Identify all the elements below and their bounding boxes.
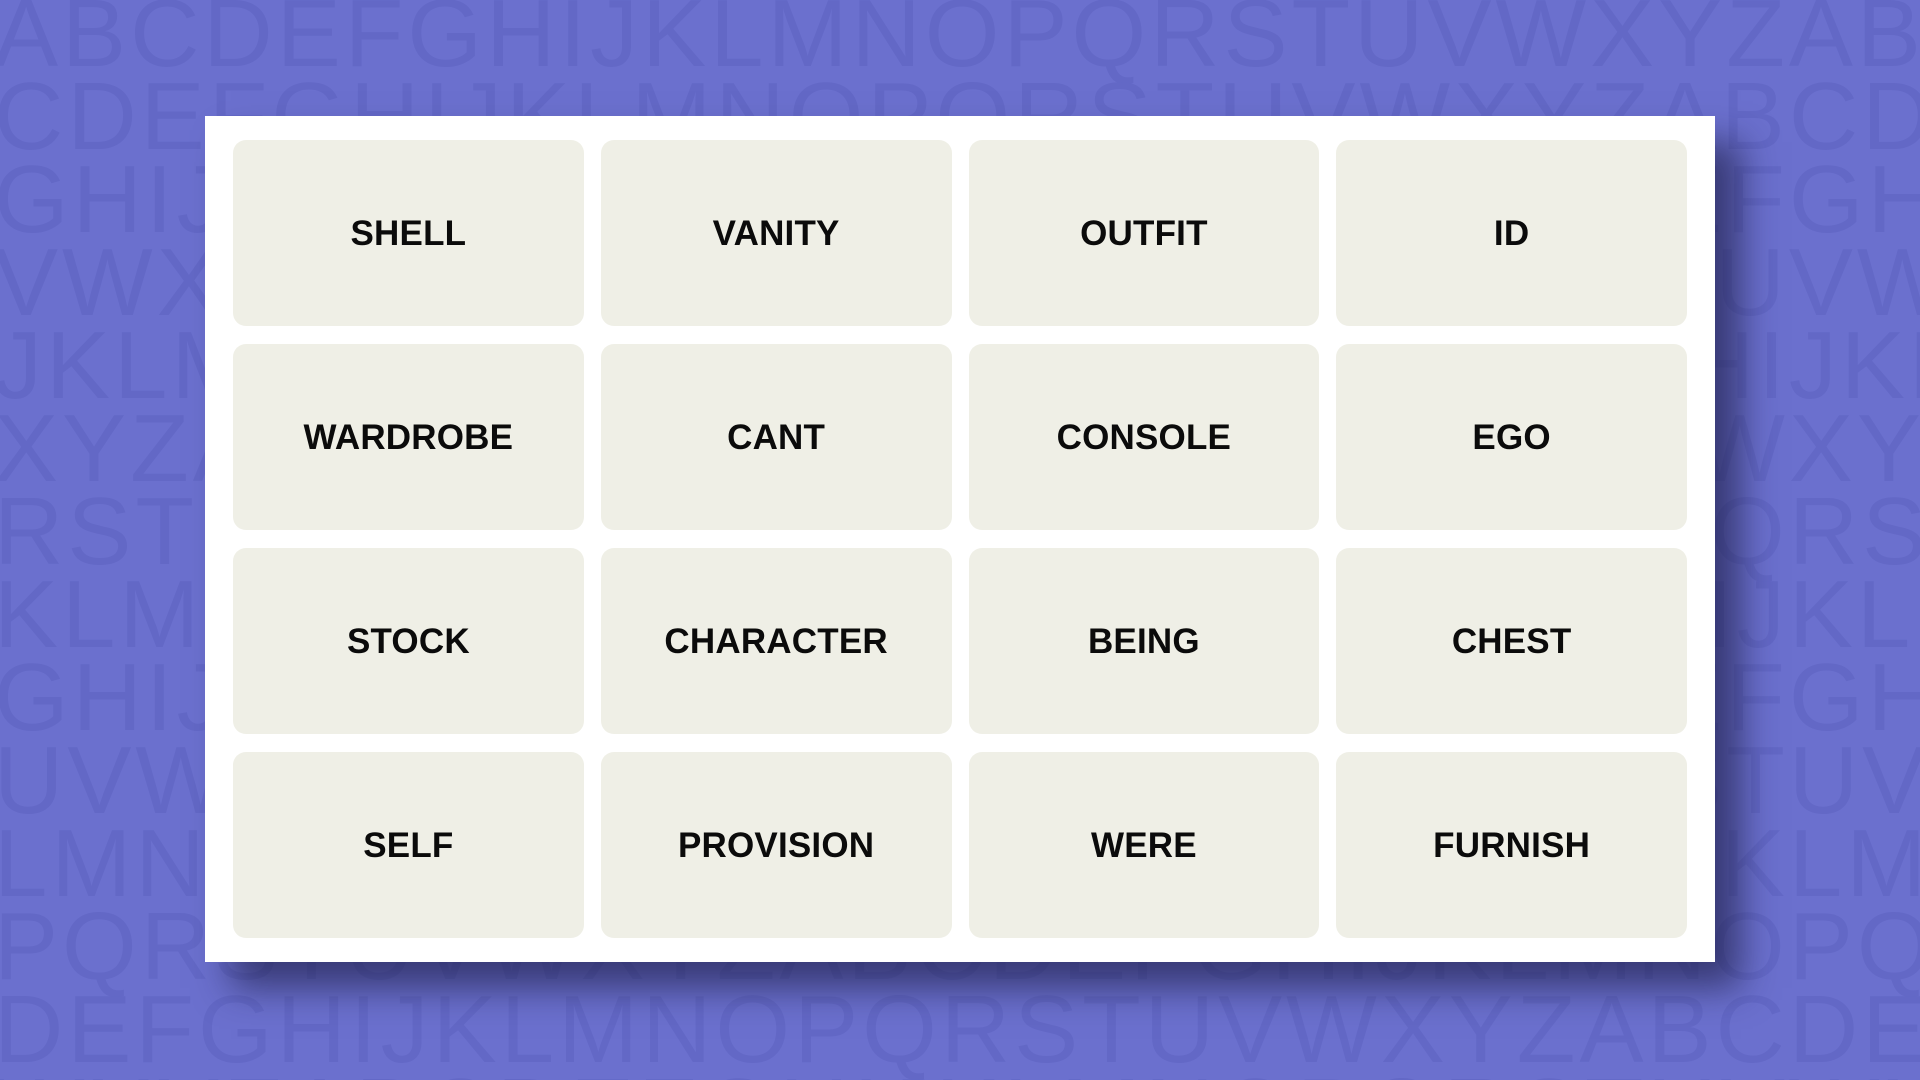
word-tile-label: STOCK xyxy=(346,621,470,661)
word-tile[interactable]: CANT xyxy=(600,344,952,530)
word-tile[interactable]: WARDROBE xyxy=(233,344,584,530)
word-tile[interactable]: ID xyxy=(1336,140,1687,326)
word-tile-label: SELF xyxy=(363,825,454,865)
word-tile[interactable]: BEING xyxy=(968,548,1320,734)
word-tile-label: CONSOLE xyxy=(1056,417,1232,457)
word-tile[interactable]: CHEST xyxy=(1336,548,1687,734)
word-tile-label: VANITY xyxy=(712,213,840,253)
word-tile[interactable]: SHELL xyxy=(233,140,584,326)
word-tile[interactable]: EGO xyxy=(1336,344,1687,530)
word-tile[interactable]: SELF xyxy=(233,752,584,938)
word-grid: SHELL VANITY OUTFIT ID WARDROBE CANT CONSOLE EG… xyxy=(233,140,1687,938)
puzzle-board-panel: SHELL VANITY OUTFIT ID WARDROBE CANT CONSOLE EG… xyxy=(205,116,1715,962)
word-tile[interactable]: PROVISION xyxy=(600,752,952,938)
word-tile-label: CHEST xyxy=(1451,621,1572,661)
word-tile[interactable]: CHARACTER xyxy=(600,548,952,734)
word-tile-label: CANT xyxy=(727,417,826,457)
background-pattern-row: WXYZABCDEFGHIJKLMNOPQRSTUVWXYZAB xyxy=(0,1065,1920,1080)
word-tile-label: WARDROBE xyxy=(303,417,514,457)
word-tile-label: EGO xyxy=(1472,417,1551,457)
word-tile-label: WERE xyxy=(1090,825,1197,865)
word-tile[interactable]: OUTFIT xyxy=(968,140,1320,326)
word-tile[interactable]: FURNISH xyxy=(1336,752,1687,938)
word-tile[interactable]: VANITY xyxy=(600,140,952,326)
word-tile-label: FURNISH xyxy=(1433,825,1591,865)
word-tile[interactable]: STOCK xyxy=(233,548,584,734)
word-tile[interactable]: WERE xyxy=(968,752,1320,938)
word-tile-label: SHELL xyxy=(350,213,467,253)
word-tile-label: CHARACTER xyxy=(664,621,888,661)
word-tile-label: PROVISION xyxy=(677,825,875,865)
word-tile[interactable]: CONSOLE xyxy=(968,344,1320,530)
word-tile-label: ID xyxy=(1493,213,1530,253)
word-tile-label: BEING xyxy=(1087,621,1200,661)
word-tile-label: OUTFIT xyxy=(1080,213,1208,253)
